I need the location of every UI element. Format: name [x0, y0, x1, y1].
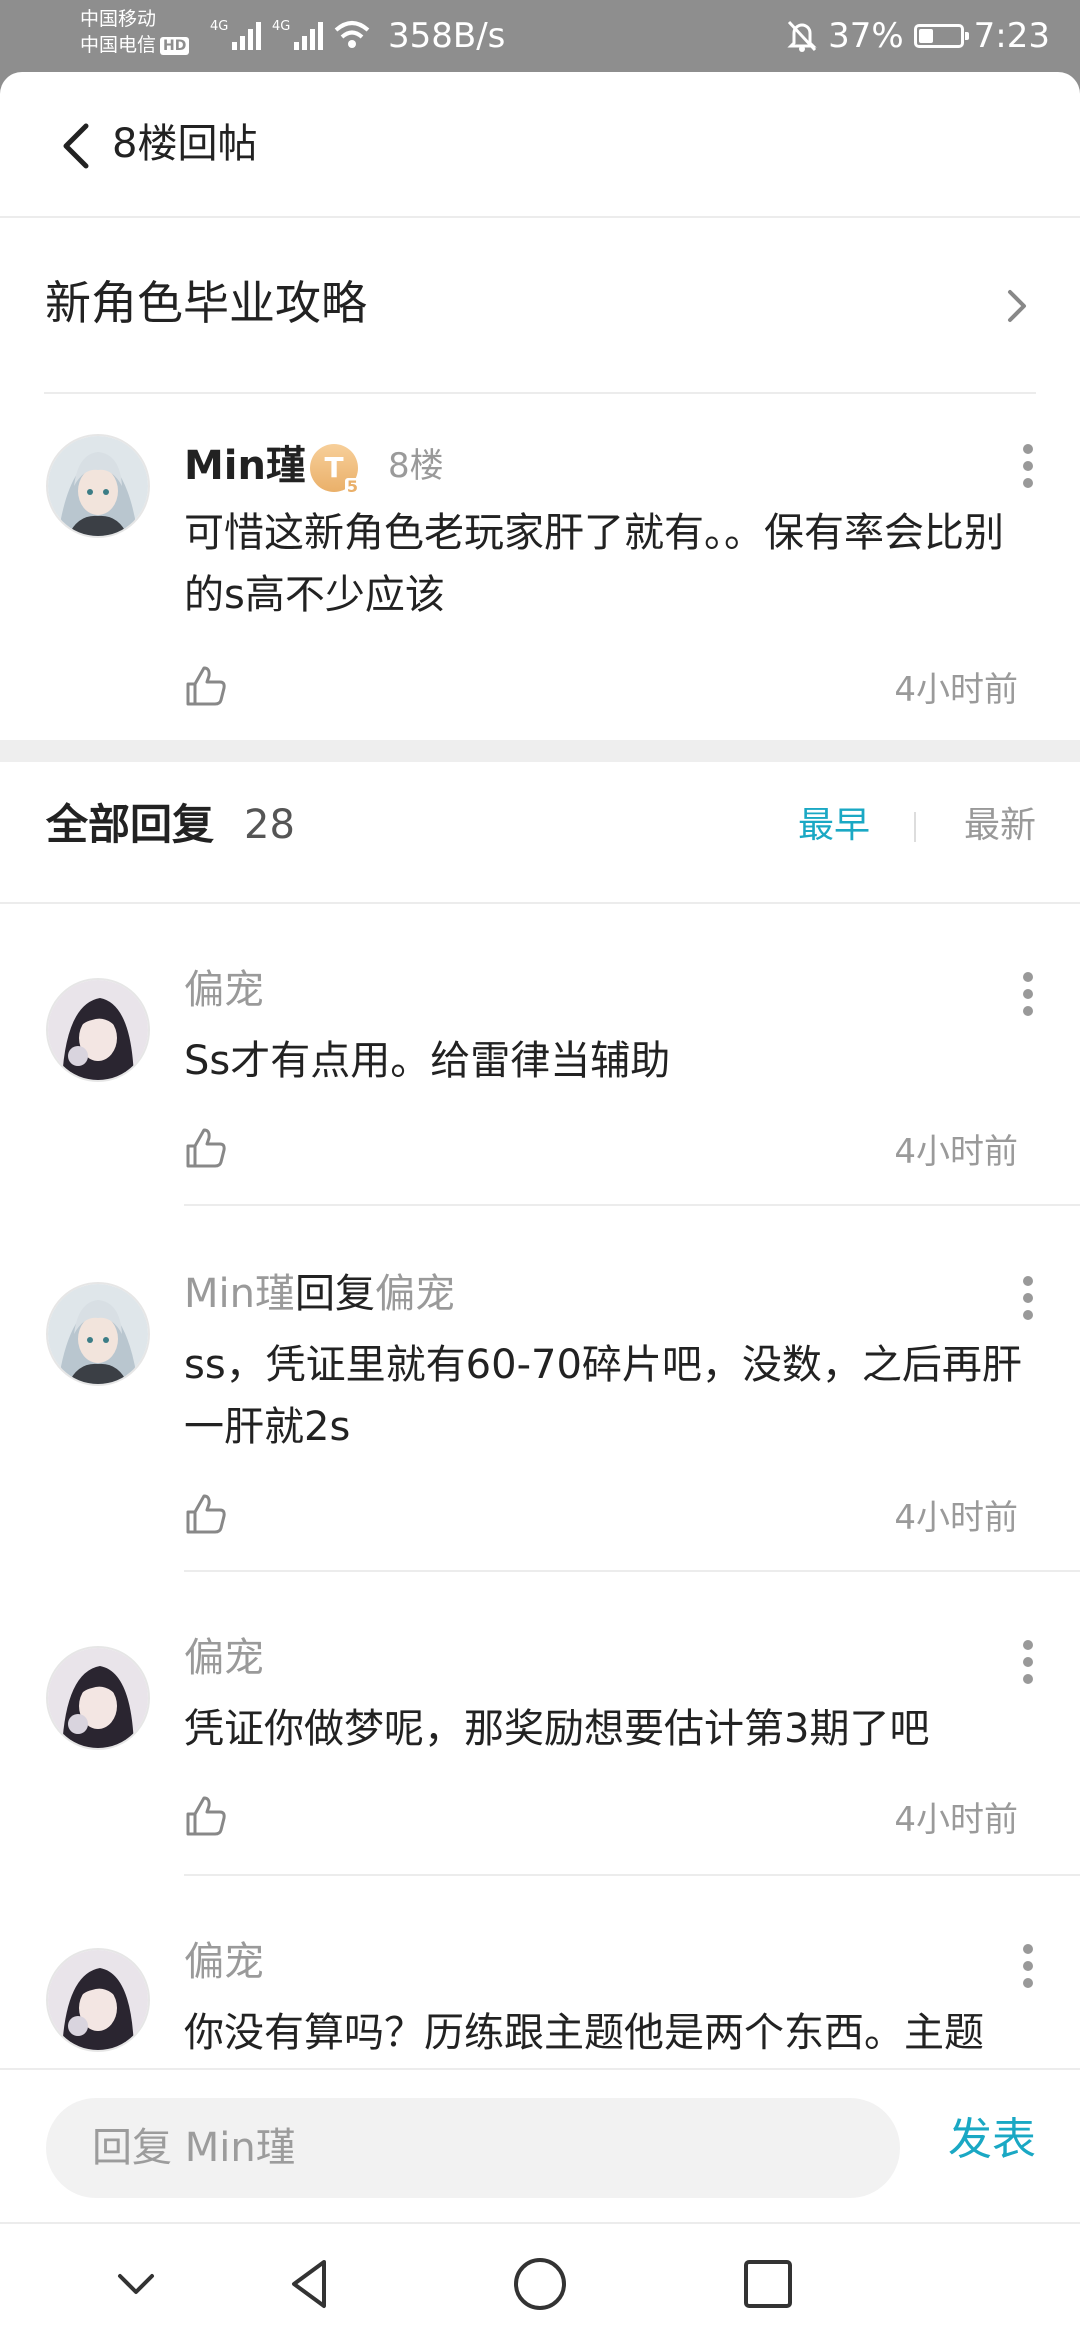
status-right: 37% 7:23 — [786, 14, 1050, 58]
reply-author[interactable]: Min瑾回复偏宠 — [184, 1266, 455, 1322]
floor-number: 8楼 — [388, 446, 444, 486]
reply-time: 4小时前 — [894, 1132, 1018, 1172]
status-bar: 中国移动 中国电信 HD 4G 4G 358B/s 37% 7:23 — [0, 0, 1080, 72]
divider — [0, 902, 1080, 904]
reply-author-name[interactable]: 偏宠 — [184, 967, 264, 1013]
send-button[interactable]: 发表 — [948, 2108, 1036, 2172]
like-icon[interactable] — [184, 1794, 228, 1838]
avatar-image-dark-hair — [48, 980, 148, 1080]
nav-home-icon[interactable] — [510, 2254, 570, 2314]
avatar-image-silver-hair — [48, 1284, 148, 1384]
reply-word: 回复 — [294, 1271, 375, 1317]
divider — [184, 1874, 1080, 1876]
avatar-image-dark-hair — [48, 1950, 148, 2050]
more-options-button[interactable] — [1020, 1640, 1036, 1684]
carrier-2: 中国电信 — [80, 34, 157, 56]
divider — [184, 1570, 1080, 1572]
battery-icon — [913, 24, 969, 48]
reply-content: ss，凭证里就有60-70碎片吧，没数，之后再肝一肝就2s — [184, 1342, 1022, 1450]
post-time: 4小时前 — [894, 670, 1018, 710]
sort-earliest-tab[interactable]: 最早 — [798, 800, 870, 852]
signal-1-label: 4G — [210, 19, 228, 34]
level-number: 5 — [344, 477, 360, 496]
post-author[interactable]: Min瑾 — [184, 438, 306, 494]
clock: 7:23 — [973, 16, 1050, 56]
reply-count: 28 — [244, 802, 295, 848]
back-button[interactable] — [54, 120, 104, 172]
chevron-down-icon[interactable] — [106, 2254, 166, 2314]
avatar[interactable] — [46, 1282, 150, 1386]
reply-sheet: 8楼回帖 新角色毕业攻略 Min瑾 T5 8楼 可惜这新角色老玩家肝了就有。。保… — [0, 72, 1080, 2340]
divider — [44, 392, 1036, 394]
all-replies-label: 全部回复 — [46, 800, 215, 849]
divider — [184, 1204, 1080, 1206]
battery-fill — [918, 29, 933, 43]
avatar[interactable] — [46, 1948, 150, 2052]
carrier-1: 中国移动 — [80, 8, 157, 30]
like-icon[interactable] — [184, 1126, 228, 1170]
wifi-icon — [334, 21, 370, 48]
avatar[interactable] — [46, 434, 150, 538]
reply-author[interactable]: 偏宠 — [184, 962, 264, 1018]
reply-time: 4小时前 — [894, 1498, 1018, 1538]
chevron-right-icon — [1008, 290, 1026, 322]
signal-2-icon: 4G — [272, 19, 323, 50]
reply-author[interactable]: 偏宠 — [184, 1934, 264, 1990]
signal-icon: 4G — [210, 19, 261, 50]
battery-percent: 37% — [828, 16, 904, 56]
reply-time: 4小时前 — [894, 1800, 1018, 1840]
reply-author-name[interactable]: 偏宠 — [184, 1939, 264, 1985]
thread-title: 新角色毕业攻略 — [45, 276, 367, 330]
sort-separator — [914, 812, 916, 842]
avatar-image-dark-hair — [48, 1648, 148, 1748]
reply-input[interactable]: 回复 Min瑾 — [46, 2098, 900, 2198]
level-badge: T5 — [310, 444, 360, 496]
reply-author-name[interactable]: 偏宠 — [184, 1635, 264, 1681]
more-options-button[interactable] — [1020, 972, 1036, 1016]
bell-muted-icon — [787, 20, 817, 52]
more-options-button[interactable] — [1020, 1276, 1036, 1320]
nav-recents-icon[interactable] — [738, 2254, 798, 2314]
like-icon[interactable] — [184, 664, 228, 708]
more-options-button[interactable] — [1020, 1944, 1036, 1988]
reply-author[interactable]: 偏宠 — [184, 1630, 264, 1686]
thread-link[interactable]: 新角色毕业攻略 — [0, 216, 1080, 394]
system-nav-bar — [0, 2222, 1080, 2342]
reply-content: 你没有算吗？历练跟主题他是两个东西。主题 — [184, 2010, 984, 2056]
reply-author-name[interactable]: Min瑾 — [184, 1271, 295, 1317]
carrier-info: 中国移动 中国电信 HD — [80, 6, 190, 58]
signal-2-label: 4G — [272, 19, 290, 34]
avatar[interactable] — [46, 1646, 150, 1750]
level-letter: T — [324, 451, 344, 484]
like-icon[interactable] — [184, 1492, 228, 1536]
hd-badge: HD — [160, 36, 190, 55]
nav-back-icon[interactable] — [280, 2254, 340, 2314]
avatar-image-silver-hair — [48, 436, 148, 536]
reply-content: 凭证你做梦呢，那奖励想要估计第3期了吧 — [184, 1706, 930, 1752]
avatar[interactable] — [46, 978, 150, 1082]
reply-content: Ss才有点用。给雷律当辅助 — [184, 1038, 671, 1084]
reply-input-placeholder: 回复 Min瑾 — [92, 2125, 296, 2171]
top-bar: 8楼回帖 — [0, 72, 1080, 216]
chevron-left-icon — [63, 123, 89, 169]
more-options-button[interactable] — [1020, 444, 1036, 488]
page-title: 8楼回帖 — [112, 121, 258, 167]
network-speed: 358B/s — [388, 16, 506, 56]
post-content: 可惜这新角色老玩家肝了就有。。保有率会比别的s高不少应该 — [184, 510, 1004, 618]
sort-newest-tab[interactable]: 最新 — [964, 800, 1036, 852]
section-divider — [0, 740, 1080, 762]
reply-target-name[interactable]: 偏宠 — [375, 1271, 455, 1317]
reply-input-bar: 回复 Min瑾 发表 — [0, 2068, 1080, 2202]
